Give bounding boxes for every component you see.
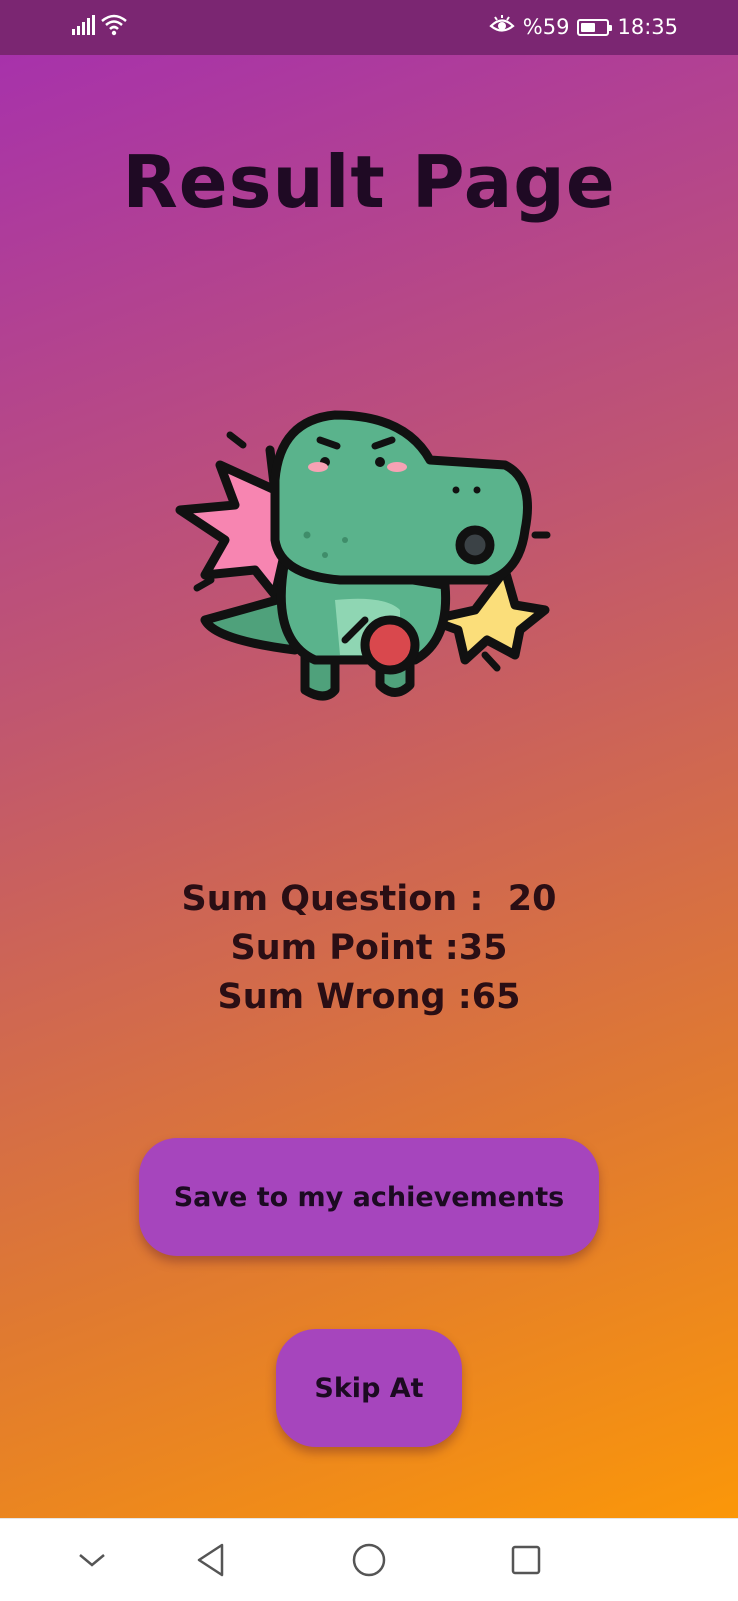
battery-level-fill [581,22,596,32]
skip-button[interactable]: Skip At [276,1329,462,1447]
home-icon[interactable] [345,1537,393,1583]
sum-question-text: Sum Question : 20 [181,879,557,919]
save-achievements-button[interactable]: Save to my achievements [139,1138,599,1256]
sum-wrong-text: Sum Wrong :65 [217,977,521,1017]
back-icon[interactable] [186,1537,234,1583]
battery-percent: %59 [522,15,570,39]
eye-comfort-icon [489,14,515,40]
sum-point-text: Sum Point :35 [230,928,508,968]
page-title: Result Page [122,140,616,224]
wifi-icon [100,13,128,41]
pink-burst-shape [175,445,288,600]
dinosaur-mascot-illustration [175,410,551,701]
status-bar: %59 18:35 [0,0,738,55]
battery-icon [577,18,613,36]
system-nav-bar [0,1518,738,1601]
result-screen: %59 18:35 Result Page Sum Question: 20 … [0,0,738,1518]
signal-icon [72,15,96,39]
boxing-glove [360,615,420,675]
status-time: 18:35 [617,15,678,39]
results-summary: Sum Question : 20 Sum Point :35 Sum Wron… [0,875,738,1022]
recents-icon[interactable] [502,1537,550,1583]
dino-mouth [455,525,495,565]
collapse-chevron-icon[interactable] [68,1537,116,1583]
